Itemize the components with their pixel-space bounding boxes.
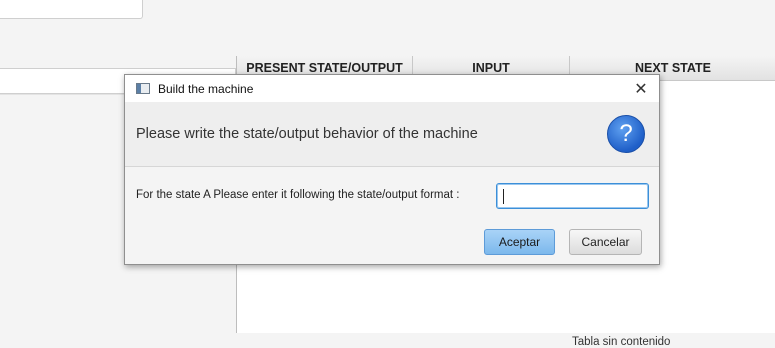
accept-button[interactable]: Aceptar [484,229,555,255]
prompt-label: For the state A Please enter it followin… [136,189,460,201]
dialog-titlebar: Build the machine ✕ [125,75,659,102]
dialog-header-text: Please write the state/output behavior o… [136,126,478,142]
table-empty-message: Tabla sin contenido [572,336,671,348]
cancel-button[interactable]: Cancelar [569,229,642,255]
state-output-input[interactable] [496,183,649,209]
window-icon [136,83,150,94]
build-machine-dialog: Build the machine ✕ Please write the sta… [124,74,660,265]
dialog-title: Build the machine [158,81,254,96]
dialog-header: Please write the state/output behavior o… [125,102,659,167]
help-icon: ? [607,115,645,153]
top-text-field[interactable] [0,0,143,19]
close-button[interactable]: ✕ [627,75,655,102]
input-row: For the state A Please enter it followin… [125,181,659,211]
text-caret [503,189,504,204]
